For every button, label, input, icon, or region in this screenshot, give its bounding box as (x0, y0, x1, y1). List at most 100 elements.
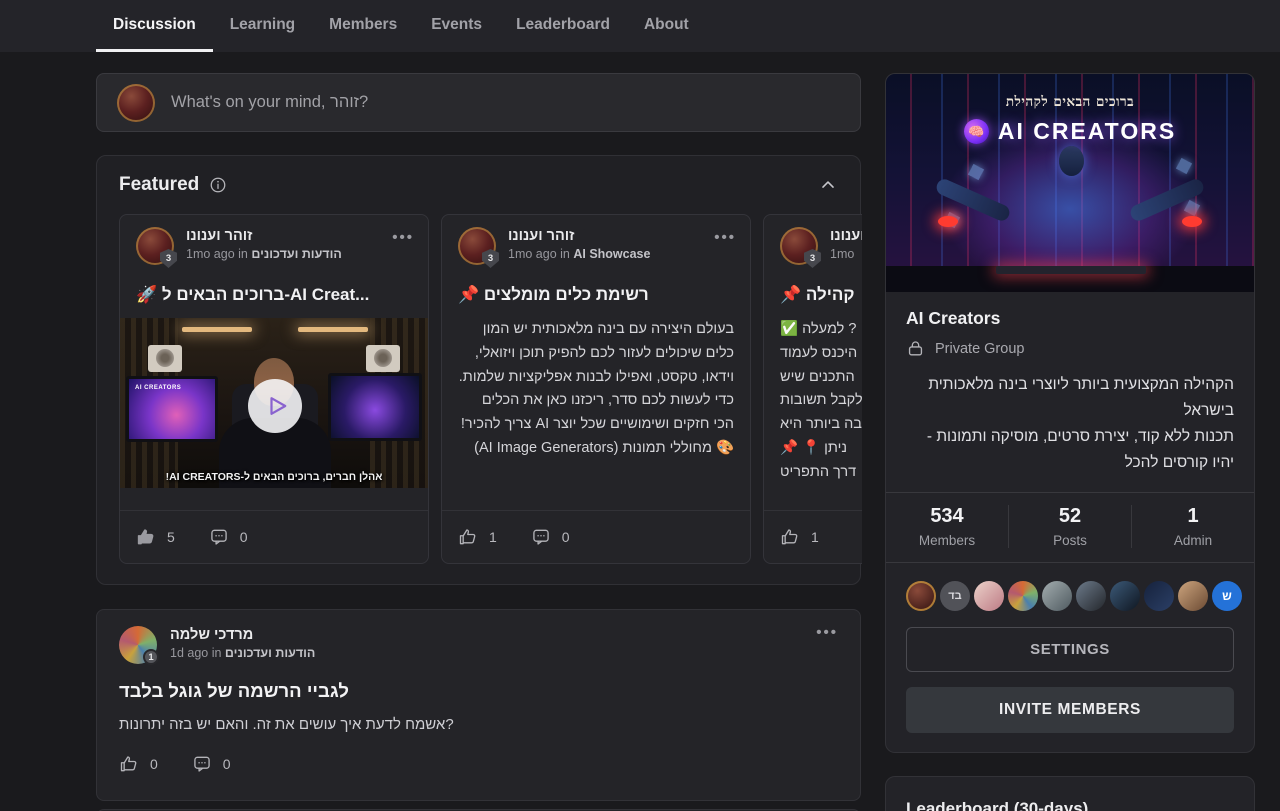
featured-post-card[interactable]: 3 זוהר וענונו 1mo ago in הודעות ועדכונים… (119, 214, 429, 564)
group-sidebar: ברוכים הבאים לקהילת 🧠 AI CREATORS AI Cre… (885, 73, 1255, 811)
studio-speaker (366, 345, 400, 372)
current-user-avatar[interactable] (117, 84, 155, 122)
leaderboard-title: Leaderboard (30-days) (906, 799, 1234, 811)
post-body: ? למעלה ✅ היכנס לעמוד התכנים שיש לקבל תש… (780, 318, 862, 485)
comment-button[interactable]: 0 (531, 527, 570, 547)
invite-members-button[interactable]: INVITE MEMBERS (906, 687, 1234, 733)
featured-post-card[interactable]: 3 זוהר וענונו 1mo ago in AI Showcase •••… (441, 214, 751, 564)
member-avatar[interactable] (974, 581, 1004, 611)
stat-value: 1 (1132, 505, 1254, 528)
thumbs-up-icon (780, 527, 800, 547)
tab-about[interactable]: About (627, 0, 706, 52)
tab-events[interactable]: Events (414, 0, 499, 52)
stat-posts[interactable]: 52 Posts (1008, 505, 1131, 548)
comment-icon (209, 527, 229, 547)
thumbs-up-icon (136, 527, 156, 547)
more-options-icon[interactable]: ••• (392, 229, 414, 246)
author-avatar[interactable]: 3 (780, 227, 818, 265)
comment-button[interactable]: 0 (192, 754, 231, 774)
group-privacy: Private Group (906, 339, 1234, 358)
more-options-icon[interactable]: ••• (714, 229, 736, 246)
banner-welcome-text: ברוכים הבאים לקהילת (886, 94, 1254, 110)
stat-members[interactable]: 534 Members (886, 505, 1008, 548)
studio-light (182, 327, 252, 332)
like-button[interactable]: 5 (136, 527, 175, 547)
post-channel[interactable]: הודעות ועדכונים (251, 247, 341, 261)
post-channel[interactable]: AI Showcase (573, 247, 650, 261)
member-avatar-initials[interactable]: בד (940, 581, 970, 611)
info-icon[interactable] (209, 176, 227, 194)
group-card: ברוכים הבאים לקהילת 🧠 AI CREATORS AI Cre… (885, 73, 1255, 753)
post-actions: 5 0 (120, 510, 428, 563)
member-avatar[interactable] (1042, 581, 1072, 611)
author-name[interactable]: זוהר וענונו (186, 228, 342, 244)
post-header: 3 זוהר וענונו 1mo (764, 227, 862, 265)
level-badge: 3 (160, 249, 177, 268)
comment-button[interactable]: 0 (209, 527, 248, 547)
group-banner-image[interactable]: ברוכים הבאים לקהילת 🧠 AI CREATORS (886, 74, 1254, 292)
level-badge: 1 (143, 649, 159, 665)
comment-count: 0 (562, 529, 570, 545)
author-name[interactable]: זוהר וענונו (508, 228, 650, 244)
body-line: דרך התפריט (780, 461, 862, 485)
monitor-screen: AI CREATORS (126, 376, 218, 442)
banner-brand-row: 🧠 AI CREATORS (886, 118, 1254, 145)
screen-label: AI CREATORS (135, 385, 181, 391)
like-button[interactable]: 0 (119, 754, 158, 774)
tab-members[interactable]: Members (312, 0, 414, 52)
feed-column: What's on your mind, זוהר? Featured (96, 73, 861, 811)
thumbs-up-icon (119, 754, 139, 774)
post-actions: 0 0 (119, 754, 838, 774)
video-caption: אהלן חברים, ברוכים הבאים ל-AI CREATORS! (120, 471, 428, 483)
author-name[interactable]: זוהר וענונו (830, 228, 862, 244)
author-avatar[interactable]: 3 (136, 227, 174, 265)
post-title[interactable]: 🚀 ברוכים הבאים ל-AI Creat... (136, 285, 412, 305)
tab-leaderboard[interactable]: Leaderboard (499, 0, 627, 52)
author-name[interactable]: מרדכי שלמה (170, 627, 315, 643)
featured-post-card-partial[interactable]: 3 זוהר וענונו 1mo קהילה 📌 ? למעלה ✅ היכנ… (763, 214, 862, 564)
studio-light (298, 327, 368, 332)
post-channel[interactable]: הודעות ועדכונים (225, 646, 315, 660)
member-avatar[interactable] (1144, 581, 1174, 611)
comment-count: 0 (240, 529, 248, 545)
more-options-icon[interactable]: ••• (816, 624, 838, 641)
post-meta: 1mo ago in AI Showcase (508, 247, 650, 261)
comment-count: 0 (223, 756, 231, 772)
stat-label: Posts (1009, 533, 1131, 548)
member-avatar-initials[interactable]: ש (1212, 581, 1242, 611)
group-name: AI Creators (906, 308, 1234, 329)
like-count: 0 (150, 756, 158, 772)
post-meta: 1d ago in הודעות ועדכונים (170, 646, 315, 660)
member-avatar[interactable] (1178, 581, 1208, 611)
like-button[interactable]: 1 (458, 527, 497, 547)
level-badge: 3 (482, 249, 499, 268)
lock-icon (906, 339, 925, 358)
member-avatar[interactable] (1008, 581, 1038, 611)
post-title[interactable]: לגביי הרשמה של גוגל בלבד (119, 680, 838, 702)
chevron-up-icon[interactable] (818, 175, 838, 195)
post-composer[interactable]: What's on your mind, זוהר? (96, 73, 861, 132)
author-avatar[interactable]: 3 (458, 227, 496, 265)
comment-icon (531, 527, 551, 547)
tab-discussion[interactable]: Discussion (96, 0, 213, 52)
featured-header: Featured (97, 172, 860, 198)
member-avatar[interactable] (1110, 581, 1140, 611)
featured-title: Featured (119, 174, 199, 196)
video-thumbnail[interactable]: AI CREATORS אהלן חברים, ברוכים הבאים ל-A… (120, 318, 428, 488)
member-avatar[interactable] (1076, 581, 1106, 611)
level-badge: 3 (804, 249, 821, 268)
feed-post-card[interactable]: 1 מרדכי שלמה 1d ago in הודעות ועדכונים •… (96, 609, 861, 801)
stat-admins[interactable]: 1 Admin (1131, 505, 1254, 548)
post-body: בעולם היצירה עם בינה מלאכותית יש המון כל… (458, 318, 734, 461)
figure-head (1059, 146, 1084, 176)
member-avatar[interactable] (906, 581, 936, 611)
author-avatar[interactable]: 1 (119, 626, 157, 664)
like-button[interactable]: 1 (780, 527, 819, 547)
play-button-icon[interactable] (248, 379, 302, 433)
tab-learning[interactable]: Learning (213, 0, 312, 52)
settings-button[interactable]: SETTINGS (906, 627, 1234, 672)
post-title[interactable]: 📌 רשימת כלים מומלצים (458, 285, 734, 305)
privacy-label: Private Group (935, 341, 1024, 357)
like-count: 1 (489, 529, 497, 545)
post-title[interactable]: קהילה 📌 (780, 285, 862, 305)
